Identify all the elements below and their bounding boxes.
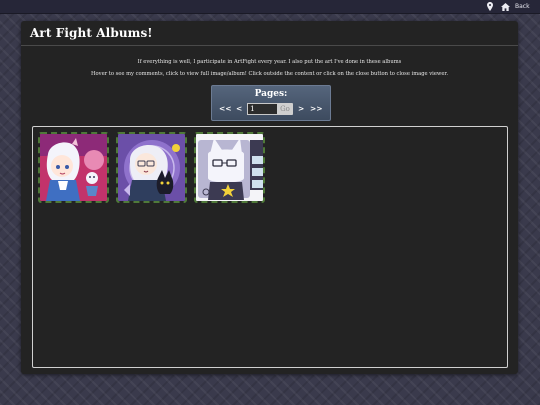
map-pin-icon[interactable]: [487, 1, 493, 12]
pagination-controls: << < Go > >>: [212, 103, 330, 115]
title-divider: [21, 45, 518, 46]
prev-page-button[interactable]: <: [236, 103, 242, 115]
album-thumbnail-3[interactable]: [194, 132, 265, 203]
next-page-button[interactable]: >: [298, 103, 304, 115]
go-button[interactable]: Go: [277, 103, 293, 115]
last-page-button[interactable]: >>: [310, 103, 323, 115]
intro-text-1: If everything is well, I participate in …: [137, 59, 402, 65]
top-bar: Back: [0, 0, 540, 14]
albums-panel: Art Fight Albums! If everything is well,…: [21, 21, 518, 374]
pages-label: Pages:: [254, 89, 288, 99]
page-title: Art Fight Albums!: [30, 26, 153, 40]
album-thumbnail-2[interactable]: [116, 132, 187, 203]
pagination-box: Pages: << < Go > >>: [211, 85, 331, 121]
album-gallery: [32, 126, 508, 368]
back-label: Back: [515, 3, 530, 10]
album-thumbnail-1[interactable]: [38, 132, 109, 203]
home-icon[interactable]: [501, 1, 510, 12]
back-button[interactable]: Back: [515, 1, 530, 12]
page-number-input[interactable]: [247, 103, 278, 115]
intro-text-2: Hover to see my comments, click to view …: [91, 71, 448, 77]
first-page-button[interactable]: <<: [219, 103, 232, 115]
